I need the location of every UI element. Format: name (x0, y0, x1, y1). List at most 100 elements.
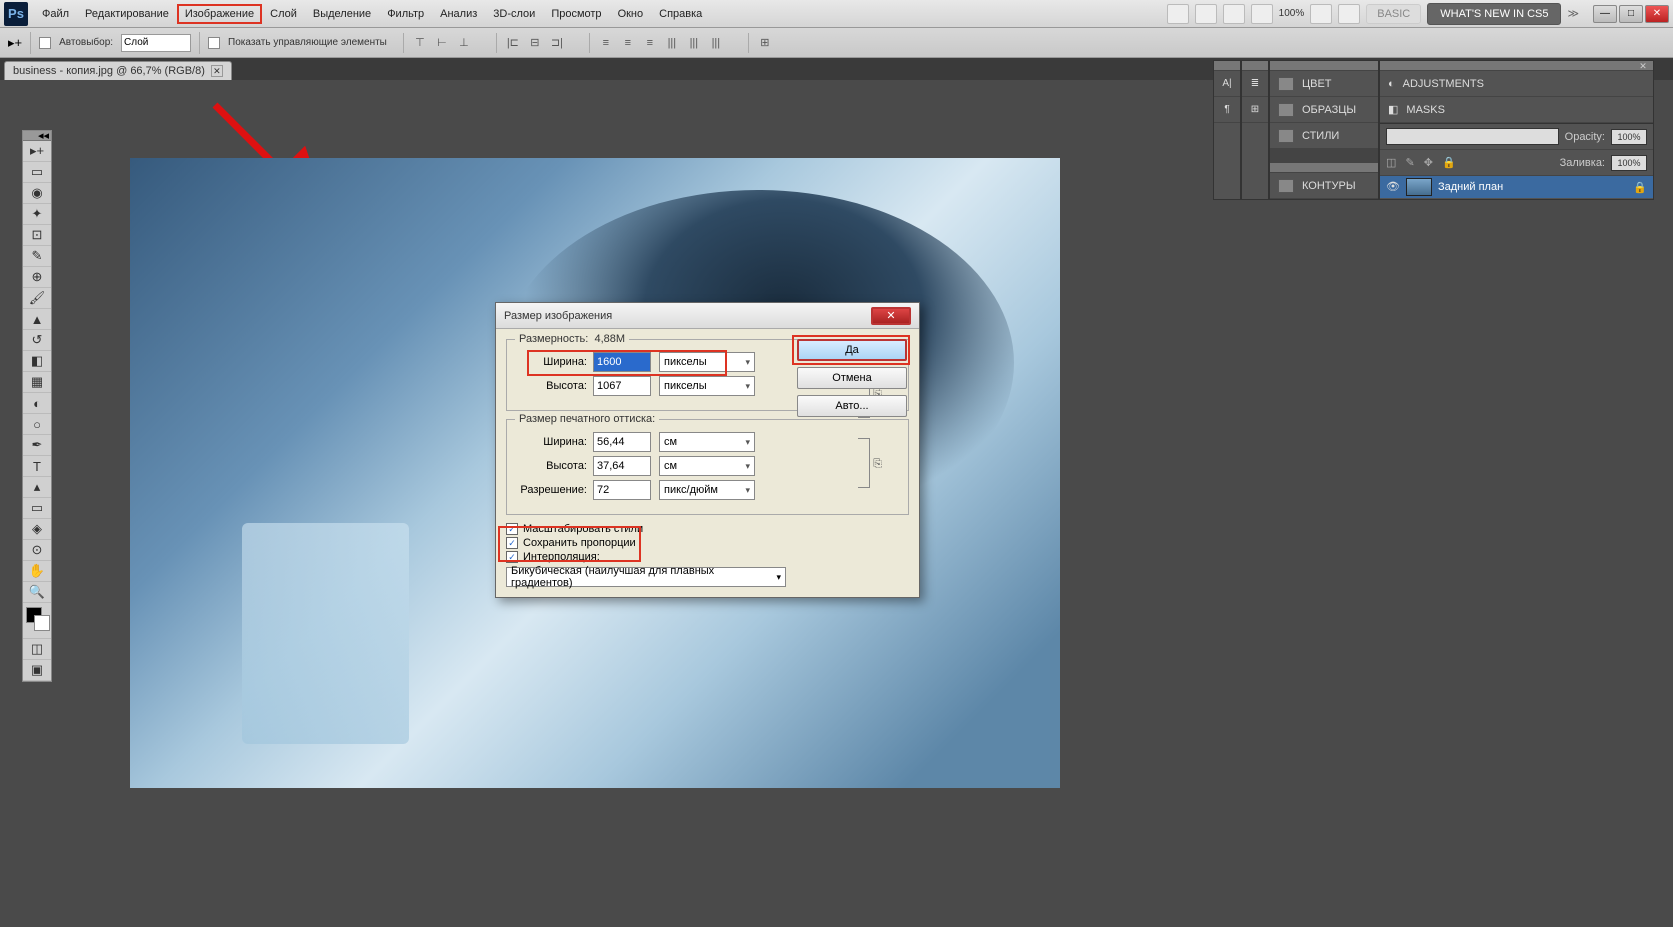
fill-value[interactable]: 100% (1611, 155, 1647, 171)
color-panel-tab[interactable]: ЦВЕТ (1270, 71, 1378, 97)
hand-icon[interactable] (1310, 4, 1332, 24)
dodge-tool[interactable]: ○ (23, 414, 51, 435)
dist-hcenter-icon[interactable]: ||| (684, 33, 704, 53)
zoom-tool[interactable]: 🔍 (23, 582, 51, 603)
document-tab-close[interactable]: ✕ (211, 65, 223, 77)
bridge-icon[interactable] (1167, 4, 1189, 24)
menu-image[interactable]: Изображение (177, 4, 262, 24)
eraser-tool[interactable]: ◧ (23, 351, 51, 372)
menu-filter[interactable]: Фильтр (379, 4, 432, 24)
autoselect-checkbox[interactable] (39, 37, 51, 49)
workspace-basic[interactable]: BASIC (1366, 4, 1421, 24)
opacity-value[interactable]: 100% (1611, 129, 1647, 145)
history-brush-tool[interactable]: ↺ (23, 330, 51, 351)
dist-top-icon[interactable]: ≡ (596, 33, 616, 53)
wand-tool[interactable]: ✦ (23, 204, 51, 225)
dialog-close-button[interactable]: ✕ (871, 307, 911, 325)
adjustments-tab[interactable]: ◐ADJUSTMENTS (1380, 71, 1653, 97)
menu-edit[interactable]: Редактирование (77, 4, 177, 24)
panel-group-close[interactable]: ✕ (1635, 61, 1651, 71)
arrange-icon[interactable] (1251, 4, 1273, 24)
panel-collapse-4[interactable] (1270, 163, 1378, 173)
align-hcenter-icon[interactable]: ⊟ (525, 33, 545, 53)
navigator-panel-icon[interactable]: ≣ (1242, 71, 1268, 97)
autoselect-dropdown[interactable] (121, 34, 191, 52)
screenmode-icon[interactable] (1338, 4, 1360, 24)
crop-tool[interactable]: ⊡ (23, 225, 51, 246)
panel-collapse-2[interactable] (1242, 61, 1268, 71)
path-select-tool[interactable]: ▴ (23, 477, 51, 498)
screenmode-tool[interactable]: ▣ (23, 660, 51, 681)
cancel-button[interactable]: Отмена (797, 367, 907, 389)
dist-right-icon[interactable]: ||| (706, 33, 726, 53)
masks-tab[interactable]: ◧MASKS (1380, 97, 1653, 123)
panel-collapse-5[interactable] (1380, 61, 1653, 71)
panel-collapse[interactable] (1214, 61, 1240, 71)
paths-panel-tab[interactable]: КОНТУРЫ (1270, 173, 1378, 199)
showcontrols-checkbox[interactable] (208, 37, 220, 49)
document-tab[interactable]: business - копия.jpg @ 66,7% (RGB/8) ✕ (4, 61, 232, 80)
align-vcenter-icon[interactable]: ⊢ (432, 33, 452, 53)
character-panel-icon[interactable]: A| (1214, 71, 1240, 97)
gradient-tool[interactable]: ▦ (23, 372, 51, 393)
align-bottom-icon[interactable]: ⊥ (454, 33, 474, 53)
menu-help[interactable]: Справка (651, 4, 710, 24)
extras-icon[interactable] (1223, 4, 1245, 24)
pen-tool[interactable]: ✒ (23, 435, 51, 456)
workspace-more-icon[interactable]: ≫ (1567, 7, 1579, 20)
lock-icons[interactable]: ◫ ✎ ✥ 🔒 (1386, 156, 1459, 169)
menu-3d[interactable]: 3D-слои (485, 4, 543, 24)
panel-collapse-3[interactable] (1270, 61, 1378, 71)
3d-tool[interactable]: ◈ (23, 519, 51, 540)
whats-new-button[interactable]: WHAT'S NEW IN CS5 (1427, 3, 1561, 25)
dist-vcenter-icon[interactable]: ≡ (618, 33, 638, 53)
lasso-tool[interactable]: ◉ (23, 183, 51, 204)
align-right-icon[interactable]: ⊐| (547, 33, 567, 53)
shape-tool[interactable]: ▭ (23, 498, 51, 519)
history-panel-icon[interactable]: ⊞ (1242, 97, 1268, 123)
print-height-unit[interactable]: см (659, 456, 755, 476)
brush-tool[interactable]: 🖌 (23, 288, 51, 309)
resolution-unit[interactable]: пикс/дюйм (659, 480, 755, 500)
hand-tool[interactable]: ✋ (23, 561, 51, 582)
maximize-button[interactable]: □ (1619, 5, 1643, 23)
menu-layer[interactable]: Слой (262, 4, 305, 24)
print-width-unit[interactable]: см (659, 432, 755, 452)
color-swatch[interactable] (23, 603, 51, 639)
styles-panel-tab[interactable]: СТИЛИ (1270, 123, 1378, 149)
print-width-input[interactable] (593, 432, 651, 452)
swatches-panel-tab[interactable]: ОБРАЗЦЫ (1270, 97, 1378, 123)
zoom-value[interactable]: 100% (1279, 8, 1305, 19)
align-left-icon[interactable]: |⊏ (503, 33, 523, 53)
dialog-titlebar[interactable]: Размер изображения ✕ (496, 303, 919, 329)
toolbox-collapse[interactable]: ◂◂ (23, 131, 51, 141)
paragraph-panel-icon[interactable]: ¶ (1214, 97, 1240, 123)
type-tool[interactable]: T (23, 456, 51, 477)
resolution-input[interactable] (593, 480, 651, 500)
print-link-chain-icon[interactable]: ⎘ (873, 458, 882, 471)
3d-camera-tool[interactable]: ⊙ (23, 540, 51, 561)
blend-mode-dropdown[interactable] (1386, 128, 1559, 145)
height-unit-dropdown[interactable]: пикселы (659, 376, 755, 396)
menu-select[interactable]: Выделение (305, 4, 379, 24)
auto-button[interactable]: Авто... (797, 395, 907, 417)
close-button[interactable]: ✕ (1645, 5, 1669, 23)
minimize-button[interactable]: — (1593, 5, 1617, 23)
quickmask-tool[interactable]: ◫ (23, 639, 51, 660)
dist-bottom-icon[interactable]: ≡ (640, 33, 660, 53)
menu-analysis[interactable]: Анализ (432, 4, 485, 24)
height-input[interactable] (593, 376, 651, 396)
menu-file[interactable]: Файл (34, 4, 77, 24)
menu-window[interactable]: Окно (610, 4, 652, 24)
marquee-tool[interactable]: ▭ (23, 162, 51, 183)
layer-row-background[interactable]: 👁 Задний план 🔒 (1380, 176, 1653, 198)
interpolation-dropdown[interactable]: Бикубическая (наилучшая для плавных град… (506, 567, 786, 587)
menu-view[interactable]: Просмотр (543, 4, 609, 24)
stamp-tool[interactable]: ▲ (23, 309, 51, 330)
dist-left-icon[interactable]: ||| (662, 33, 682, 53)
layer-visibility-icon[interactable]: 👁 (1386, 180, 1400, 194)
blur-tool[interactable]: ◐ (23, 393, 51, 414)
move-tool[interactable]: ▸+ (23, 141, 51, 162)
autoalign-icon[interactable]: ⊞ (755, 33, 775, 53)
minibridge-icon[interactable] (1195, 4, 1217, 24)
